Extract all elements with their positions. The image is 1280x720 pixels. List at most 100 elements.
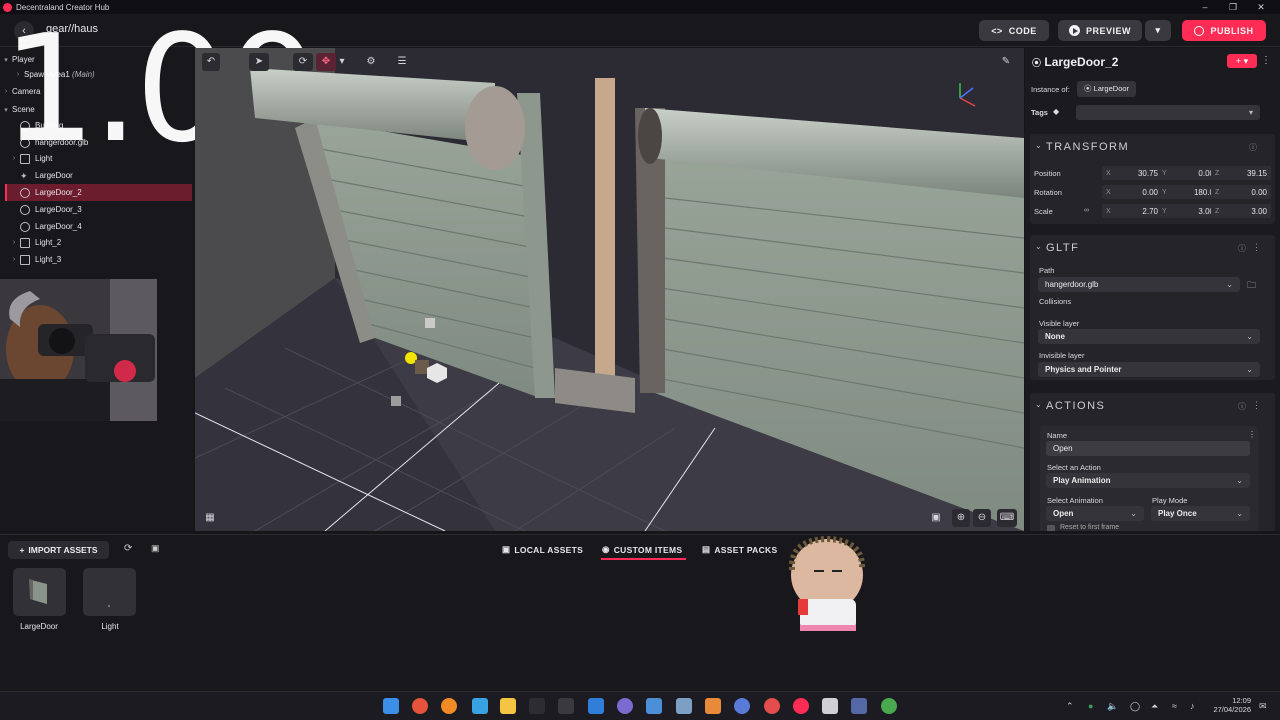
- brave-icon[interactable]: [412, 698, 428, 714]
- edit-pencil-icon[interactable]: ✎: [996, 53, 1016, 71]
- path-select[interactable]: hangerdoor.glb ⌄: [1038, 277, 1240, 292]
- scale-y-input[interactable]: Y 3.00: [1158, 204, 1218, 218]
- scene-render[interactable]: [195, 48, 1024, 531]
- folder-icon[interactable]: 🗀: [1247, 278, 1256, 294]
- chevron-up-icon[interactable]: ⌃: [1066, 701, 1074, 712]
- help-icon[interactable]: ⓘ: [1238, 401, 1246, 412]
- chevron-down-icon[interactable]: ⌄: [1035, 400, 1042, 409]
- more-options-icon[interactable]: ⋮: [1252, 242, 1261, 253]
- tree-item-largedoor-4[interactable]: LargeDoor_4: [0, 218, 193, 235]
- app-icon-3[interactable]: [734, 698, 750, 714]
- select-tool-icon[interactable]: ➤: [249, 53, 269, 71]
- app-icon-4[interactable]: [764, 698, 780, 714]
- custom-item-icon: ◉: [602, 544, 610, 554]
- publish-button[interactable]: PUBLISH: [1182, 20, 1266, 41]
- keyboard-icon[interactable]: ⌨: [997, 509, 1017, 527]
- refresh-icon[interactable]: ⟳: [124, 543, 132, 554]
- scale-z-input[interactable]: Z 3.00: [1211, 204, 1271, 218]
- chevron-down-icon: ⌄: [1226, 280, 1233, 289]
- app-icon[interactable]: [646, 698, 662, 714]
- action-type-select[interactable]: Play Animation ⌄: [1046, 473, 1250, 488]
- tags-select[interactable]: ▾: [1076, 105, 1260, 120]
- rotation-z-input[interactable]: Z 0.00: [1211, 185, 1271, 199]
- tree-item-light-3[interactable]: › Light_3: [0, 251, 193, 268]
- focus-icon[interactable]: ▣: [928, 509, 944, 527]
- asset-tile-light[interactable]: [83, 568, 136, 616]
- tab-asset-packs[interactable]: ▤ ASSET PACKS: [702, 544, 777, 555]
- animation-select[interactable]: Open ⌄: [1046, 506, 1144, 521]
- chrome-icon[interactable]: [881, 698, 897, 714]
- chevron-down-icon[interactable]: ⌄: [1035, 141, 1042, 150]
- help-icon[interactable]: ⓘ: [1249, 142, 1257, 153]
- more-options-icon[interactable]: ⋮: [1252, 400, 1261, 411]
- volume-icon[interactable]: ♪: [1190, 701, 1195, 711]
- link-icon[interactable]: ∞: [1084, 207, 1089, 214]
- terminal-icon[interactable]: [558, 698, 574, 714]
- tray-icon-2[interactable]: ◯: [1130, 701, 1140, 712]
- add-component-button[interactable]: + ▾: [1227, 54, 1257, 68]
- app-icon-2[interactable]: [676, 698, 692, 714]
- tree-item-light-2[interactable]: › Light_2: [0, 234, 193, 251]
- undo-icon[interactable]: ↶: [202, 53, 220, 71]
- microphone-icon[interactable]: ⏶: [1151, 701, 1158, 712]
- play-mode-select[interactable]: Play Once ⌄: [1151, 506, 1250, 521]
- zoom-out-icon[interactable]: ⊖: [973, 509, 991, 527]
- visible-layer-select[interactable]: None ⌄: [1038, 329, 1260, 344]
- preview-dropdown-button[interactable]: ▾: [1145, 20, 1171, 41]
- tray-icon[interactable]: ●: [1088, 701, 1093, 711]
- clock[interactable]: 12:09 27/04/2026: [1211, 696, 1251, 714]
- position-y-input[interactable]: Y 0.00: [1158, 166, 1218, 180]
- vscode-icon[interactable]: [588, 698, 604, 714]
- notion-icon[interactable]: [529, 698, 545, 714]
- more-options-icon[interactable]: ⋮: [1248, 430, 1256, 439]
- tree-item-largedoor-3[interactable]: LargeDoor_3: [0, 201, 193, 218]
- help-icon[interactable]: ⓘ: [1238, 243, 1246, 254]
- discord-icon[interactable]: [617, 698, 633, 714]
- action-name-input[interactable]: Open: [1046, 441, 1250, 456]
- tab-custom-items[interactable]: ◉ CUSTOM ITEMS: [602, 544, 682, 555]
- reset-checkbox[interactable]: [1047, 525, 1055, 531]
- scale-x-input[interactable]: X 2.70: [1102, 204, 1162, 218]
- minimize-icon[interactable]: –: [1192, 0, 1218, 14]
- decentraland-taskbar-icon[interactable]: [793, 698, 809, 714]
- maximize-icon[interactable]: ❐: [1220, 0, 1246, 14]
- app-icon-5[interactable]: [822, 698, 838, 714]
- speaker-icon[interactable]: 🔈: [1107, 701, 1118, 712]
- file-explorer-icon[interactable]: [500, 698, 516, 714]
- zoom-in-icon[interactable]: ⊕: [952, 509, 970, 527]
- paint-icon[interactable]: [472, 698, 488, 714]
- chevron-right-icon[interactable]: ›: [8, 239, 20, 246]
- import-assets-button[interactable]: + IMPORT ASSETS: [8, 541, 109, 559]
- scene-viewport[interactable]: ↶ ➤ ⟳ ✥ ▾ ⚙ ☰ ✎ ▦ ▣ ⊕ ⊖ ⌨: [195, 48, 1024, 531]
- tree-item-largedoor-2[interactable]: LargeDoor_2: [5, 184, 192, 201]
- chevron-down-icon[interactable]: ▾: [337, 53, 347, 71]
- gear-icon[interactable]: ⚙: [361, 53, 381, 71]
- wifi-icon[interactable]: ≈: [1172, 701, 1177, 711]
- search-icon[interactable]: [441, 698, 457, 714]
- more-options-icon[interactable]: ⋮: [1261, 55, 1271, 66]
- sliders-icon[interactable]: ☰: [392, 53, 412, 71]
- instance-chip[interactable]: ⦿ LargeDoor: [1077, 81, 1137, 97]
- chevron-down-icon[interactable]: ⌄: [1035, 242, 1042, 251]
- rotation-x-input[interactable]: X 0.00: [1102, 185, 1162, 199]
- notification-icon[interactable]: ✉: [1259, 701, 1267, 712]
- chevron-right-icon[interactable]: ›: [8, 256, 20, 263]
- blender-icon[interactable]: [705, 698, 721, 714]
- active-tab-indicator: [601, 558, 686, 560]
- pack-icon: ▤: [702, 544, 711, 554]
- windows-start-icon[interactable]: [383, 698, 399, 714]
- invisible-layer-select[interactable]: Physics and Pointer ⌄: [1038, 362, 1260, 377]
- folder-icon[interactable]: ▣: [151, 543, 160, 554]
- position-z-input[interactable]: Z 39.15: [1211, 166, 1271, 180]
- app-icon-6[interactable]: [851, 698, 867, 714]
- rotation-y-input[interactable]: Y 180.0: [1158, 185, 1218, 199]
- asset-tile-largedoor[interactable]: [13, 568, 66, 616]
- grid-icon[interactable]: ▦: [202, 509, 218, 527]
- tab-local-assets[interactable]: ▣ LOCAL ASSETS: [502, 544, 583, 555]
- position-x-input[interactable]: X 30.75: [1102, 166, 1162, 180]
- close-icon[interactable]: ✕: [1248, 0, 1274, 14]
- code-button[interactable]: <> CODE: [979, 20, 1049, 41]
- rotate-tool-icon[interactable]: ⟳: [293, 53, 313, 71]
- preview-button[interactable]: PREVIEW: [1058, 20, 1142, 41]
- move-tool-icon[interactable]: ✥: [316, 53, 336, 71]
